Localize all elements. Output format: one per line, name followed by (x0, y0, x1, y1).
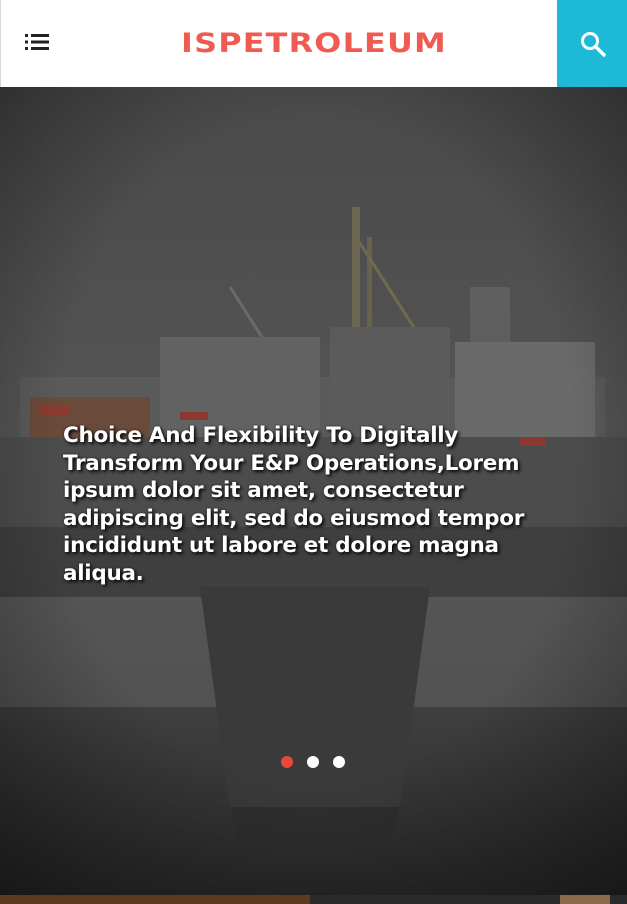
search-icon (580, 31, 606, 57)
menu-list-icon (25, 34, 49, 50)
hero-caption: Choice And Flexibility To Digitally Tran… (63, 423, 525, 586)
site-header: ISPETROLEUM (0, 0, 627, 87)
slide-dot-2[interactable] (307, 756, 319, 768)
next-section-preview (0, 895, 627, 904)
search-button[interactable] (557, 0, 627, 87)
preview-image-accent (560, 895, 610, 904)
slider-pagination (281, 756, 345, 768)
preview-image-left (0, 895, 310, 904)
brand-logo[interactable]: ISPETROLEUM (86, 22, 541, 64)
slide-dot-1[interactable] (281, 756, 293, 768)
hero-slider: Choice And Flexibility To Digitally Tran… (0, 87, 627, 895)
menu-toggle-button[interactable] (23, 30, 53, 54)
slide-dot-3[interactable] (333, 756, 345, 768)
